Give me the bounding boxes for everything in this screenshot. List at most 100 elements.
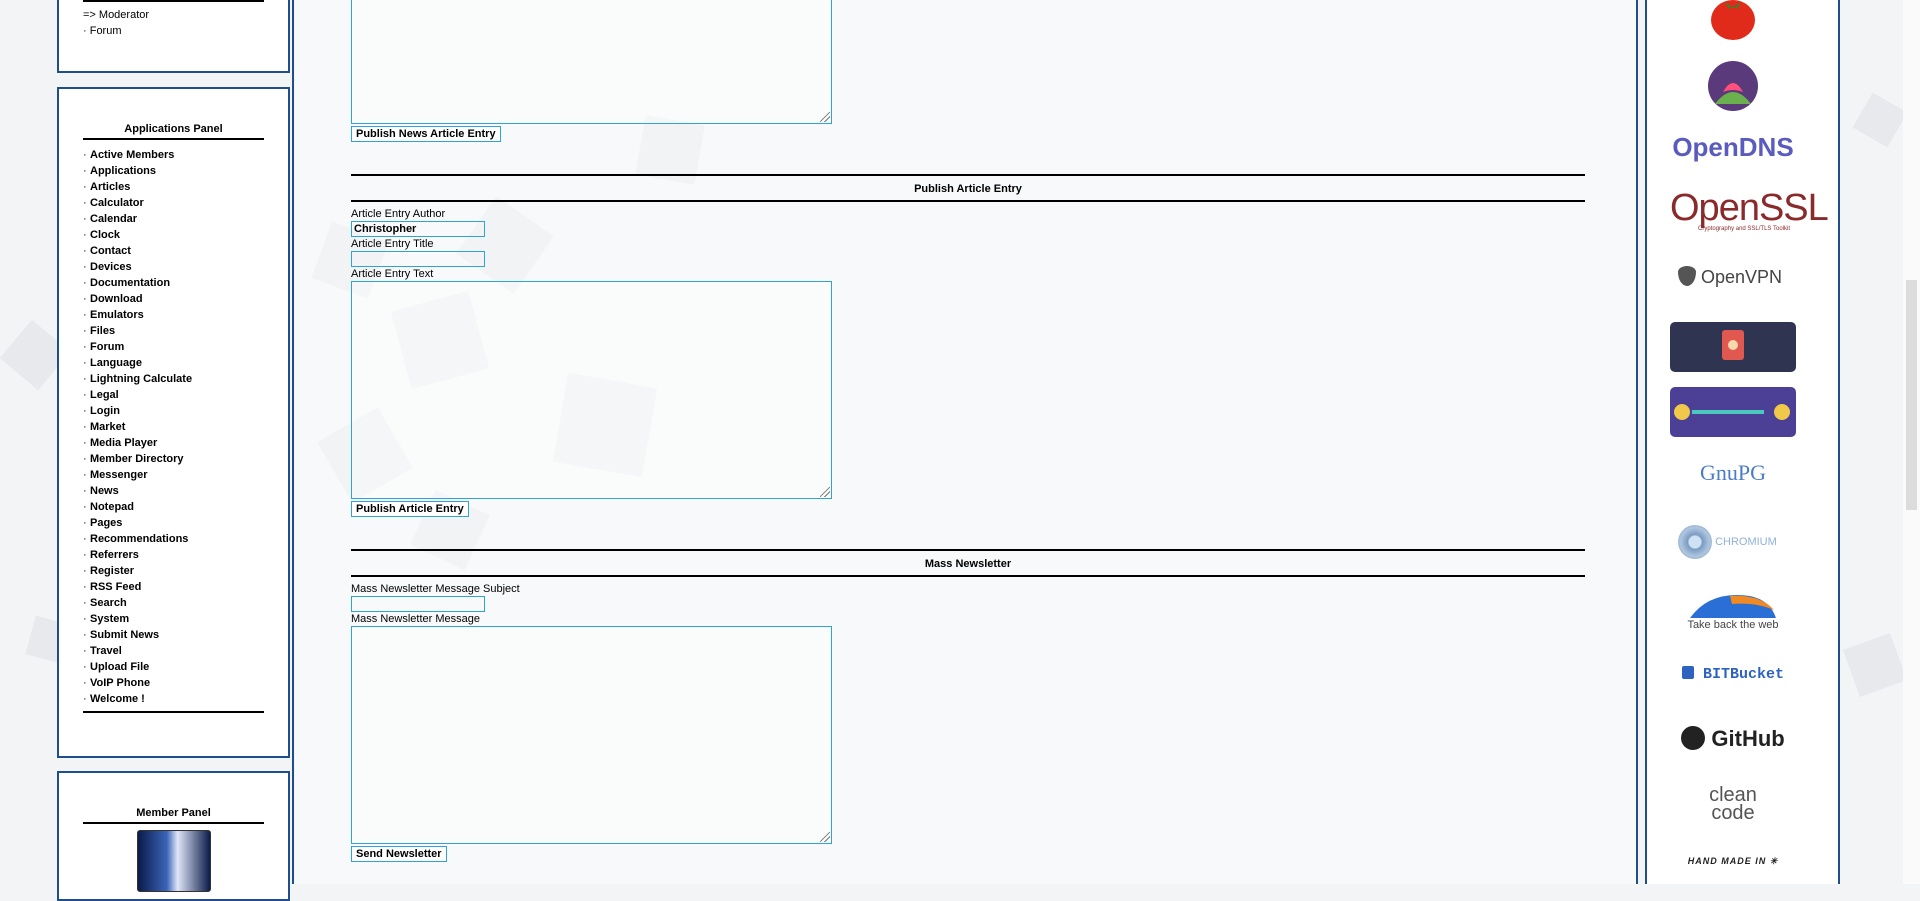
openvpn-logo[interactable]: OpenVPN [1670,266,1796,288]
app-link-label: Download [90,293,143,305]
resize-grip-icon[interactable] [820,112,830,122]
app-link-files[interactable]: · Files [83,323,264,339]
app-link-messenger[interactable]: · Messenger [83,467,264,483]
app-link-clock[interactable]: · Clock [83,227,264,243]
app-link-label: Media Player [90,437,158,449]
app-link-label: Messenger [90,469,148,481]
bullet-icon: · [83,245,87,257]
github-icon [1681,726,1706,750]
bullet-icon: · [83,421,87,433]
app-link-devices[interactable]: · Devices [83,259,264,275]
app-link-applications[interactable]: · Applications [83,163,264,179]
clean-code-logo[interactable]: clean code [1670,785,1796,823]
app-link-label: RSS Feed [90,581,142,593]
encryption-badge[interactable] [1670,322,1796,375]
tomato-icon[interactable] [1670,0,1796,45]
resize-grip-icon[interactable] [820,832,830,842]
article-text-label: Article Entry Text [351,268,434,280]
firefox-badge[interactable]: Take back the web [1670,590,1796,631]
article-text-area[interactable] [351,281,832,499]
app-link-active-members[interactable]: · Active Members [83,147,264,163]
resize-grip-icon[interactable] [820,487,830,497]
publish-news-article-button[interactable]: Publish News Article Entry [351,126,501,142]
bullet-icon: · [83,357,87,369]
bullet-icon: · [83,309,87,321]
app-link-search[interactable]: · Search [83,595,264,611]
newsletter-message-label: Mass Newsletter Message [351,613,480,625]
app-link-news[interactable]: · News [83,483,264,499]
app-link-pages[interactable]: · Pages [83,515,264,531]
lotus-icon[interactable] [1670,60,1796,115]
app-link-label: Upload File [90,661,150,673]
bitbucket-logo[interactable]: BITBucket [1670,666,1796,683]
article-title-label: Article Entry Title [351,238,434,250]
bullet-icon: · [83,293,87,305]
newsletter-subject-input[interactable] [351,596,485,612]
bullet-icon: · [83,549,87,561]
opendns-logo[interactable]: OpenDNS [1670,132,1796,163]
bullet-icon: · [83,613,87,625]
app-link-rss-feed[interactable]: · RSS Feed [83,579,264,595]
app-link-recommendations[interactable]: · Recommendations [83,531,264,547]
gnupg-logo[interactable]: GnuPG [1670,460,1796,486]
github-logo[interactable]: GitHub [1670,726,1796,752]
app-link-label: System [90,613,130,625]
bullet-icon: · [83,325,87,337]
article-title-input[interactable] [351,251,485,267]
newsletter-message-area[interactable] [351,626,832,844]
app-link-notepad[interactable]: · Notepad [83,499,264,515]
app-link-register[interactable]: · Register [83,563,264,579]
app-link-contact[interactable]: · Contact [83,243,264,259]
app-link-forum[interactable]: · Forum [83,339,264,355]
app-link-label: Login [90,405,120,417]
app-link-welcome[interactable]: · Welcome ! [83,691,264,707]
app-link-travel[interactable]: · Travel [83,643,264,659]
article-section-heading: Publish Article Entry [351,174,1585,202]
app-link-referrers[interactable]: · Referrers [83,547,264,563]
app-link-upload-file[interactable]: · Upload File [83,659,264,675]
publish-article-button[interactable]: Publish Article Entry [351,501,469,517]
app-link-calendar[interactable]: · Calendar [83,211,264,227]
app-link-articles[interactable]: · Articles [83,179,264,195]
hand-made-badge[interactable]: HAND MADE IN ✳ [1670,856,1796,867]
app-link-documentation[interactable]: · Documentation [83,275,264,291]
bullet-icon: · [83,229,87,241]
keys-badge[interactable] [1670,387,1796,440]
scrollbar-thumb[interactable] [1906,280,1917,510]
moderator-link[interactable]: => Moderator [83,7,264,23]
app-link-calculator[interactable]: · Calculator [83,195,264,211]
article-author-input[interactable] [351,221,485,237]
app-link-market[interactable]: · Market [83,419,264,435]
app-link-label: Calculator [90,197,144,209]
app-link-lightning-calculate[interactable]: · Lightning Calculate [83,371,264,387]
app-link-member-directory[interactable]: · Member Directory [83,451,264,467]
bullet-icon: · [83,485,87,497]
app-link-voip-phone[interactable]: · VoIP Phone [83,675,264,691]
app-link-system[interactable]: · System [83,611,264,627]
app-link-language[interactable]: · Language [83,355,264,371]
bullet-icon: · [83,389,87,401]
page-scrollbar[interactable] [1903,0,1920,884]
app-link-label: Active Members [90,149,175,161]
app-link-submit-news[interactable]: · Submit News [83,627,264,643]
app-link-download[interactable]: · Download [83,291,264,307]
app-link-label: News [90,485,119,497]
forum-link[interactable]: · Forum [83,23,264,39]
bullet-icon: · [83,517,87,529]
app-link-label: Language [90,357,142,369]
avatar[interactable] [136,830,211,892]
bullet-icon: · [83,277,87,289]
app-link-label: Notepad [90,501,134,513]
news-article-text-area[interactable] [351,0,832,124]
app-link-label: Referrers [90,549,139,561]
bullet-icon: · [83,213,87,225]
send-newsletter-button[interactable]: Send Newsletter [351,846,447,862]
chromium-logo[interactable]: CHROMIUM [1670,525,1796,559]
openssl-logo[interactable]: OpenSSL Cryptography and SSL/TLS Toolkit [1670,189,1829,232]
app-link-legal[interactable]: · Legal [83,387,264,403]
app-link-emulators[interactable]: · Emulators [83,307,264,323]
app-link-media-player[interactable]: · Media Player [83,435,264,451]
app-link-login[interactable]: · Login [83,403,264,419]
app-link-label: Calendar [90,213,138,225]
member-panel-title: Member Panel [83,807,264,824]
